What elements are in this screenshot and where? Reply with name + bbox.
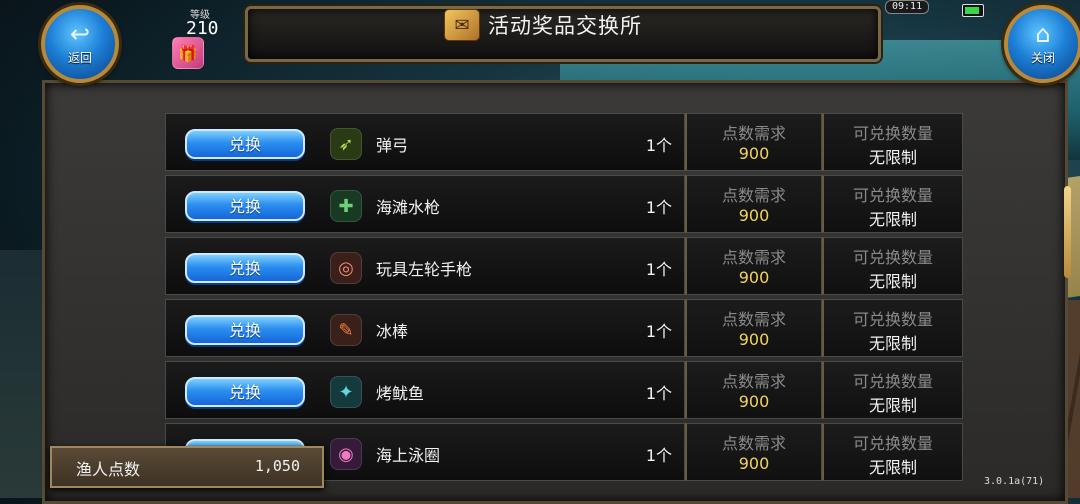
item-cell: 兑换 ✎ 冰棒 1个: [165, 299, 685, 357]
item-quantity: 1个: [645, 260, 672, 279]
points-cell: 点数需求 900: [685, 237, 822, 295]
points-value: 900: [738, 330, 770, 349]
grilled-squid-icon: ✦: [330, 376, 362, 408]
item-name: 冰棒: [376, 322, 409, 341]
swim-ring-icon: ◉: [330, 438, 362, 470]
limit-label: 可兑换数量: [852, 186, 933, 205]
home-icon: ⌂: [1035, 20, 1051, 48]
limit-value: 无限制: [868, 396, 917, 415]
exchange-panel: 兑换 ➶ 弹弓 1个 点数需求 900 可兑换数量 无限制 兑换 ✚ 海滩水枪 …: [42, 80, 1068, 504]
item-quantity: 1个: [645, 198, 672, 217]
fisher-points-label: 渔人点数: [76, 460, 141, 479]
points-label: 点数需求: [721, 124, 786, 143]
limit-label: 可兑换数量: [852, 372, 933, 391]
item-quantity: 1个: [645, 446, 672, 465]
limit-cell: 可兑换数量 无限制: [822, 423, 963, 481]
points-value: 900: [738, 268, 770, 287]
version-text: 3.0.1a(71): [984, 476, 1045, 487]
item-cell: 兑换 ✚ 海滩水枪 1个: [165, 175, 685, 233]
list-item: 兑换 ✚ 海滩水枪 1个 点数需求 900 可兑换数量 无限制: [165, 175, 963, 233]
limit-value: 无限制: [868, 334, 917, 353]
limit-cell: 可兑换数量 无限制: [822, 113, 963, 171]
limit-value: 无限制: [868, 458, 917, 477]
popsicle-icon: ✎: [330, 314, 362, 346]
points-cell: 点数需求 900: [685, 113, 822, 171]
points-value: 900: [738, 392, 770, 411]
close-button[interactable]: ⌂ 关闭: [1004, 5, 1080, 83]
list-item: 兑换 ✎ 冰棒 1个 点数需求 900 可兑换数量 无限制: [165, 299, 963, 357]
points-label: 点数需求: [721, 186, 786, 205]
limit-label: 可兑换数量: [852, 310, 933, 329]
limit-value: 无限制: [868, 148, 917, 167]
back-button[interactable]: ↩ 返回: [41, 5, 119, 83]
back-arrow-icon: ↩: [69, 20, 91, 48]
list-item: 兑换 ✦ 烤鱿鱼 1个 点数需求 900 可兑换数量 无限制: [165, 361, 963, 419]
points-value: 900: [738, 454, 770, 473]
limit-cell: 可兑换数量 无限制: [822, 361, 963, 419]
clock: 09:11: [885, 0, 930, 14]
item-name: 海滩水枪: [376, 198, 441, 217]
item-quantity: 1个: [645, 384, 672, 403]
close-label: 关闭: [1030, 51, 1055, 65]
points-cell: 点数需求 900: [685, 423, 822, 481]
battery-icon: [962, 4, 984, 17]
list-item: 兑换 ◎ 玩具左轮手枪 1个 点数需求 900 可兑换数量 无限制: [165, 237, 963, 295]
points-label: 点数需求: [721, 434, 786, 453]
exchange-button[interactable]: 兑换: [185, 377, 305, 407]
points-value: 900: [738, 206, 770, 225]
top-bar: ✉ 活动奖品交换所 ↩ 返回 等级 210 🎁 09:11 ⌂ 关闭: [0, 0, 1080, 83]
points-label: 点数需求: [721, 248, 786, 267]
limit-label: 可兑换数量: [852, 434, 933, 453]
item-cell: 兑换 ◎ 玩具左轮手枪 1个: [165, 237, 685, 295]
slingshot-icon: ➶: [330, 128, 362, 160]
limit-label: 可兑换数量: [852, 124, 933, 143]
fisher-points-box: 渔人点数 1,050: [50, 446, 324, 488]
item-quantity: 1个: [645, 322, 672, 341]
back-label: 返回: [67, 51, 92, 65]
water-gun-icon: ✚: [330, 190, 362, 222]
item-cell: 兑换 ➶ 弹弓 1个: [165, 113, 685, 171]
item-name: 海上泳圈: [376, 446, 441, 465]
item-cell: 兑换 ✦ 烤鱿鱼 1个: [165, 361, 685, 419]
item-name: 玩具左轮手枪: [376, 260, 473, 279]
limit-cell: 可兑换数量 无限制: [822, 175, 963, 233]
points-label: 点数需求: [721, 372, 786, 391]
exchange-button[interactable]: 兑换: [185, 315, 305, 345]
exchange-button[interactable]: 兑换: [185, 129, 305, 159]
exchange-button[interactable]: 兑换: [185, 253, 305, 283]
fisher-points-value: 1,050: [254, 457, 300, 475]
points-cell: 点数需求 900: [685, 175, 822, 233]
limit-cell: 可兑换数量 无限制: [822, 237, 963, 295]
exchange-button[interactable]: 兑换: [185, 191, 305, 221]
page-title: 活动奖品交换所: [488, 14, 642, 38]
limit-value: 无限制: [868, 210, 917, 229]
points-label: 点数需求: [721, 310, 786, 329]
level-value: 210: [186, 18, 219, 39]
points-cell: 点数需求 900: [685, 361, 822, 419]
points-cell: 点数需求 900: [685, 299, 822, 357]
list-item: 兑换 ➶ 弹弓 1个 点数需求 900 可兑换数量 无限制: [165, 113, 963, 171]
gift-icon[interactable]: 🎁: [172, 37, 204, 69]
exchange-shop-icon: ✉: [444, 9, 480, 41]
list-scrollbar[interactable]: [1064, 186, 1071, 278]
limit-cell: 可兑换数量 无限制: [822, 299, 963, 357]
item-quantity: 1个: [645, 136, 672, 155]
limit-label: 可兑换数量: [852, 248, 933, 267]
item-name: 弹弓: [376, 136, 409, 155]
item-name: 烤鱿鱼: [376, 384, 425, 403]
points-value: 900: [738, 144, 770, 163]
exchange-list[interactable]: 兑换 ➶ 弹弓 1个 点数需求 900 可兑换数量 无限制 兑换 ✚ 海滩水枪 …: [165, 95, 965, 495]
toy-revolver-icon: ◎: [330, 252, 362, 284]
limit-value: 无限制: [868, 272, 917, 291]
